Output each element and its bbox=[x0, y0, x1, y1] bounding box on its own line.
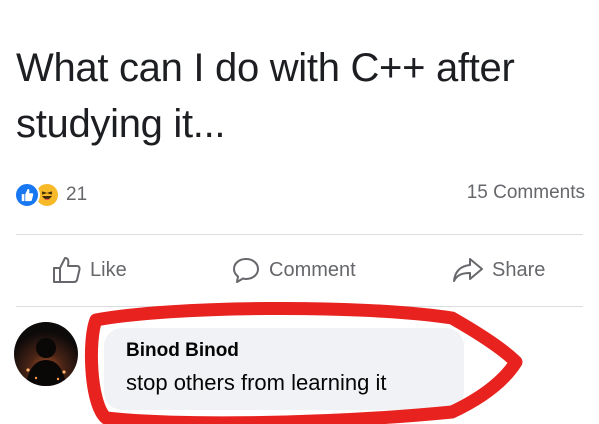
reactions-summary[interactable]: 21 bbox=[14, 180, 87, 210]
action-bar: Like Comment Share bbox=[0, 244, 599, 296]
comment-bubble: Binod Binod stop others from learning it bbox=[104, 328, 464, 410]
share-label: Share bbox=[492, 258, 546, 281]
share-button[interactable]: Share bbox=[452, 244, 545, 296]
comment-text: stop others from learning it bbox=[126, 370, 387, 395]
facebook-post: What can I do with C++ after studying it… bbox=[0, 0, 599, 424]
thumbs-up-icon bbox=[53, 257, 81, 283]
share-arrow-icon bbox=[453, 258, 483, 282]
divider bbox=[16, 234, 583, 235]
comment-count-link[interactable]: 15 Comments bbox=[467, 182, 585, 204]
comment-author[interactable]: Binod Binod bbox=[126, 340, 239, 362]
like-button[interactable]: Like bbox=[52, 244, 127, 296]
comment-label: Comment bbox=[269, 258, 356, 281]
post-title: What can I do with C++ after studying it… bbox=[16, 46, 515, 146]
speech-bubble-icon bbox=[233, 258, 259, 283]
reaction-count: 21 bbox=[66, 184, 88, 205]
comment: Binod Binod stop others from learning it bbox=[14, 320, 594, 424]
divider bbox=[16, 306, 583, 307]
like-reaction-icon bbox=[14, 182, 40, 208]
comment-button[interactable]: Comment bbox=[231, 244, 356, 296]
avatar[interactable] bbox=[14, 322, 78, 386]
like-label: Like bbox=[90, 258, 127, 281]
